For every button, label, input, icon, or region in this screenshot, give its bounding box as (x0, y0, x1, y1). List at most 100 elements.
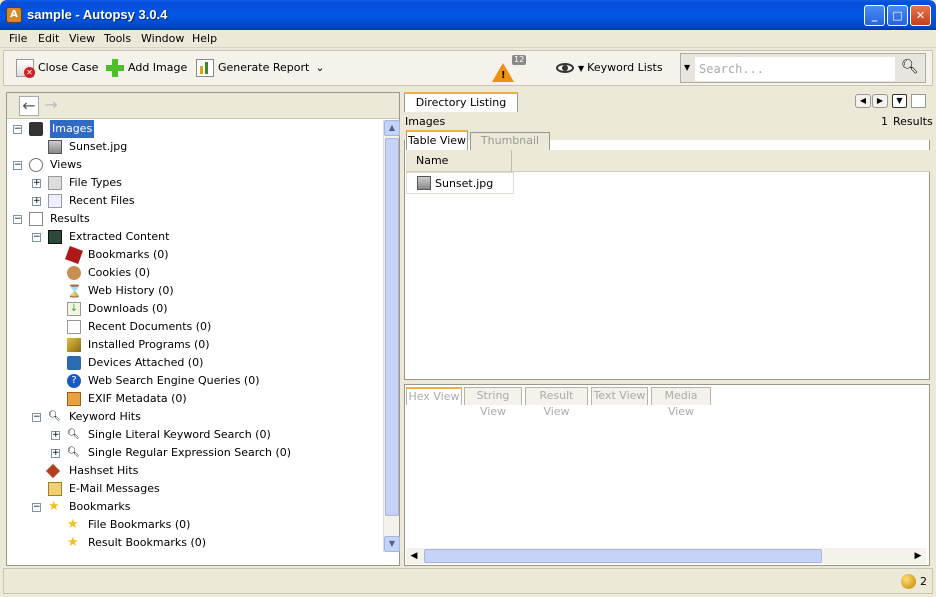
tree-node-result-bookmarks[interactable]: ★ Result Bookmarks (0) (7, 534, 377, 552)
scroll-thumb[interactable] (424, 549, 822, 563)
back-arrow-icon[interactable]: ← (19, 96, 39, 116)
tree-node-single-regex[interactable]: + 🔍︎ Single Regular Expression Search (0… (7, 444, 377, 462)
title-bar: A sample - Autopsy 3.0.4 _ □ ✕ (0, 0, 936, 30)
search-input[interactable]: Search... (695, 57, 895, 81)
tree-node-web-history[interactable]: ⌛ Web History (0) (7, 282, 377, 300)
tree-node-cookies[interactable]: Cookies (0) (7, 264, 377, 282)
file-icon (48, 140, 62, 154)
scroll-down-icon[interactable]: ▼ (384, 536, 400, 552)
collapse-toggle[interactable]: − (13, 161, 22, 170)
tree-node-views[interactable]: − Views (7, 156, 377, 174)
file-icon (417, 176, 431, 190)
scroll-thumb[interactable] (385, 138, 399, 516)
disk-image-icon (29, 122, 43, 136)
tree-node-results[interactable]: − Results (7, 210, 377, 228)
close-case-icon: ✕ (16, 59, 35, 78)
tree-node-downloads[interactable]: ↓ Downloads (0) (7, 300, 377, 318)
tab-hex-view[interactable]: Hex View (406, 387, 462, 405)
recent-files-icon (48, 194, 62, 208)
tree-node-web-search[interactable]: ? Web Search Engine Queries (0) (7, 372, 377, 390)
collapse-toggle[interactable]: − (32, 503, 41, 512)
menu-help[interactable]: Help (192, 32, 217, 45)
tree-node-devices-attached[interactable]: Devices Attached (0) (7, 354, 377, 372)
generate-report-button[interactable]: Generate Report ⌄ (196, 59, 325, 79)
alert-count-badge: 12 (512, 55, 527, 65)
tree-vertical-scrollbar[interactable]: ▲ ▼ (383, 120, 400, 552)
column-header-name[interactable]: Name (406, 150, 512, 172)
file-types-icon (48, 176, 62, 190)
scroll-up-icon[interactable]: ▲ (384, 120, 400, 136)
toolbar: ✕ Close Case Add Image Generate Report ⌄ !… (3, 50, 933, 86)
menu-tools[interactable]: Tools (104, 32, 131, 45)
tree-node-bookmarks-root[interactable]: − ★ Bookmarks (7, 498, 377, 516)
tab-table-view[interactable]: Table View (406, 130, 468, 150)
ingest-messages-button[interactable]: ! 12 (492, 55, 527, 83)
tree-navigation-bar: ← → (7, 93, 399, 119)
data-source-tree-panel: ← → − Images Sunset.jpg − Views + File T… (6, 92, 400, 566)
tree-node-bookmarks[interactable]: Bookmarks (0) (7, 246, 377, 264)
tab-thumbnail-view[interactable]: Thumbnail View (470, 132, 550, 163)
maximize-panel-icon[interactable] (911, 94, 926, 108)
add-image-button[interactable]: Add Image (106, 59, 187, 79)
help-search-icon: ? (67, 374, 81, 388)
content-horizontal-scrollbar[interactable]: ◀ ▶ (406, 548, 926, 564)
tab-result-view[interactable]: Result View (525, 387, 588, 418)
notification-icon[interactable] (901, 574, 916, 589)
tree-node-sunset[interactable]: Sunset.jpg (7, 138, 377, 156)
close-window-button[interactable]: ✕ (910, 5, 931, 26)
menu-view[interactable]: View (69, 32, 95, 45)
menu-edit[interactable]: Edit (38, 32, 59, 45)
tab-text-view[interactable]: Text View (591, 387, 648, 405)
collapse-toggle[interactable]: − (13, 125, 22, 134)
search-dropdown-arrow-icon[interactable]: ▼ (684, 63, 690, 72)
tree-node-images[interactable]: − Images (7, 120, 377, 138)
tree-node-file-types[interactable]: + File Types (7, 174, 377, 192)
expand-toggle[interactable]: + (32, 179, 41, 188)
tree-node-single-literal[interactable]: + 🔍︎ Single Literal Keyword Search (0) (7, 426, 377, 444)
tree-node-email[interactable]: E-Mail Messages (7, 480, 377, 498)
tree-node-hashset-hits[interactable]: Hashset Hits (7, 462, 377, 480)
previous-tab-icon[interactable]: ◀ (855, 94, 871, 108)
next-tab-icon[interactable]: ▶ (872, 94, 888, 108)
download-icon: ↓ (67, 302, 81, 316)
collapse-toggle[interactable]: − (13, 215, 22, 224)
result-count: 1 (881, 115, 888, 128)
tree-node-extracted-content[interactable]: − Extracted Content (7, 228, 377, 246)
collapse-toggle[interactable]: − (32, 413, 41, 422)
window-title: sample - Autopsy 3.0.4 (27, 7, 168, 22)
tab-media-view[interactable]: Media View (651, 387, 711, 418)
tree-node-file-bookmarks[interactable]: ★ File Bookmarks (0) (7, 516, 377, 534)
eye-icon (29, 158, 43, 172)
tree-node-recent-files[interactable]: + Recent Files (7, 192, 377, 210)
recent-documents-icon (67, 320, 81, 334)
menu-window[interactable]: Window (141, 32, 184, 45)
keyword-lists-button[interactable]: ▼ Keyword Lists (556, 59, 663, 79)
menu-file[interactable]: File (9, 32, 27, 45)
result-viewer-panel: Directory Listing ◀ ▶ ▼ Images 1 Results… (404, 92, 933, 566)
table-row[interactable]: Sunset.jpg (406, 172, 514, 194)
minimize-button[interactable]: _ (864, 5, 885, 26)
scroll-right-icon[interactable]: ▶ (910, 548, 926, 564)
search-icon[interactable]: 🔍︎ (901, 59, 919, 77)
expand-toggle[interactable]: + (32, 197, 41, 206)
tab-string-view[interactable]: String View (464, 387, 522, 418)
tab-list-dropdown-icon[interactable]: ▼ (892, 94, 907, 108)
expand-toggle[interactable]: + (51, 431, 60, 440)
status-bar: 2 (3, 568, 933, 594)
forward-arrow-icon[interactable]: → (41, 96, 61, 116)
tree-node-exif[interactable]: EXIF Metadata (0) (7, 390, 377, 408)
close-case-button[interactable]: ✕ Close Case (16, 59, 98, 79)
tab-directory-listing[interactable]: Directory Listing (404, 92, 518, 112)
expand-toggle[interactable]: + (51, 449, 60, 458)
dropdown-chevron-icon: ⌄ (315, 61, 325, 74)
tree-node-installed-programs[interactable]: Installed Programs (0) (7, 336, 377, 354)
collapse-toggle[interactable]: − (32, 233, 41, 242)
tree-node-keyword-hits[interactable]: − 🔍︎ Keyword Hits (7, 408, 377, 426)
magnifier-icon: 🔍︎ (67, 429, 80, 440)
star-icon: ★ (67, 517, 79, 532)
maximize-button[interactable]: □ (887, 5, 908, 26)
eye-icon (556, 63, 574, 73)
tree-node-recent-documents[interactable]: Recent Documents (0) (7, 318, 377, 336)
scroll-left-icon[interactable]: ◀ (406, 548, 422, 564)
menu-bar: File Edit View Tools Window Help (0, 30, 936, 48)
